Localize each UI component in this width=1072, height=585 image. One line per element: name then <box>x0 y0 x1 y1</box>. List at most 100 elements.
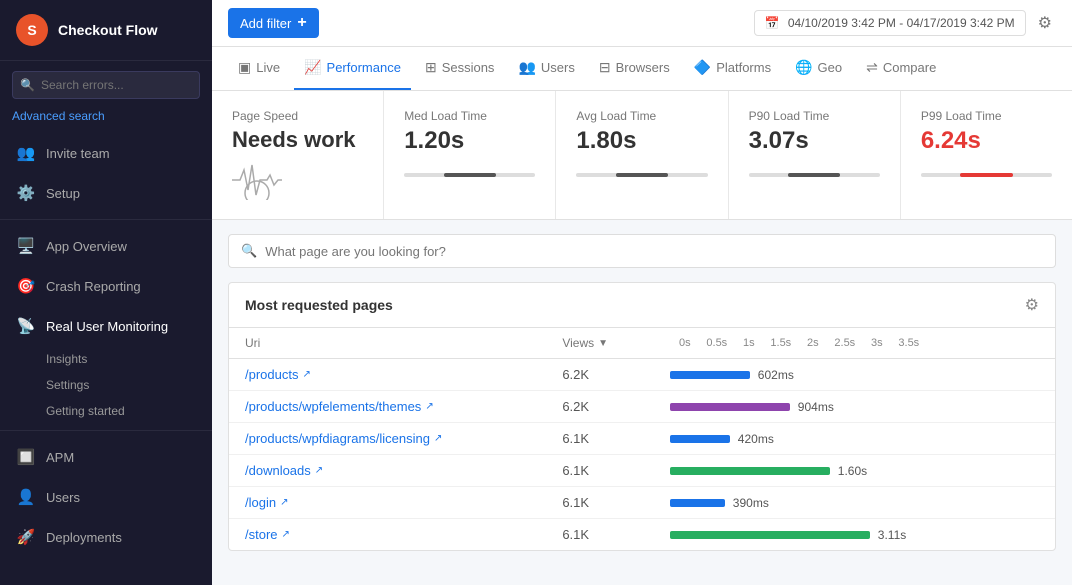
uri-cell: /login ↗ <box>229 487 546 519</box>
metrics-row: Page Speed Needs work Med Load Time 1.20… <box>212 91 1072 220</box>
apm-icon: 🔲 <box>16 447 36 467</box>
views-cell: 6.2K <box>546 359 653 391</box>
deployments-icon: 🚀 <box>16 527 36 547</box>
sidebar-item-crash-reporting[interactable]: 🎯 Crash Reporting <box>0 266 212 306</box>
sort-icon[interactable]: ▼ <box>598 338 608 349</box>
add-filter-button[interactable]: Add filter + <box>228 8 319 38</box>
tab-live[interactable]: ▣ Live <box>228 47 290 90</box>
metric-page-speed: Page Speed Needs work <box>212 91 384 219</box>
uri-link[interactable]: /login ↗ <box>245 495 530 510</box>
geo-tab-icon: 🌐 <box>795 59 812 76</box>
tab-users[interactable]: 👥 Users <box>508 47 584 90</box>
uri-link[interactable]: /products/wpfelements/themes ↗ <box>245 399 530 414</box>
sidebar: S Checkout Flow 🔍 Advanced search 👥 Invi… <box>0 0 212 585</box>
duration-label: 602ms <box>758 368 808 382</box>
users-icon: 👤 <box>16 487 36 507</box>
sidebar-item-label: Users <box>46 490 80 505</box>
sparkline-avg <box>576 173 707 177</box>
sidebar-search-icon: 🔍 <box>20 78 35 92</box>
sidebar-item-rum[interactable]: 📡 Real User Monitoring <box>0 306 212 346</box>
sidebar-item-label: APM <box>46 450 74 465</box>
views-cell: 6.1K <box>546 519 653 551</box>
uri-link[interactable]: /products ↗ <box>245 367 530 382</box>
tab-sessions[interactable]: ⊞ Sessions <box>415 47 504 90</box>
bar-cell: 602ms <box>654 359 1055 391</box>
search-input[interactable] <box>12 71 200 99</box>
uri-link[interactable]: /products/wpfdiagrams/licensing ↗ <box>245 431 530 446</box>
uri-link[interactable]: /store ↗ <box>245 527 530 542</box>
topbar-settings-button[interactable]: ⚙ <box>1034 9 1056 37</box>
setup-icon: ⚙️ <box>16 183 36 203</box>
sidebar-item-deployments[interactable]: 🚀 Deployments <box>0 517 212 557</box>
page-search-bar: 🔍 <box>228 234 1056 268</box>
sidebar-item-users[interactable]: 👤 Users <box>0 477 212 517</box>
duration-label: 1.60s <box>838 464 888 478</box>
table-header: Most requested pages ⚙ <box>229 283 1055 328</box>
sidebar-item-app-overview[interactable]: 🖥️ App Overview <box>0 226 212 266</box>
sidebar-search-wrap: 🔍 <box>0 61 212 109</box>
duration-bar <box>670 371 750 379</box>
sidebar-sub-settings[interactable]: Settings <box>0 372 212 398</box>
uri-cell: /downloads ↗ <box>229 455 546 487</box>
sidebar-item-label: Setup <box>46 186 80 201</box>
sidebar-sub-insights[interactable]: Insights <box>0 346 212 372</box>
views-cell: 6.2K <box>546 391 653 423</box>
top-bar: Add filter + 📅 04/10/2019 3:42 PM - 04/1… <box>212 0 1072 47</box>
bar-cell: 420ms <box>654 423 1055 455</box>
sidebar-divider <box>0 219 212 220</box>
invite-team-icon: 👥 <box>16 143 36 163</box>
sidebar-item-invite-team[interactable]: 👥 Invite team <box>0 133 212 173</box>
uri-link[interactable]: /downloads ↗ <box>245 463 530 478</box>
page-search-input[interactable] <box>265 244 1043 259</box>
date-range-picker[interactable]: 📅 04/10/2019 3:42 PM - 04/17/2019 3:42 P… <box>754 10 1026 36</box>
users-tab-icon: 👥 <box>518 59 535 76</box>
tab-platforms[interactable]: 🔷 Platforms <box>684 47 781 90</box>
crash-reporting-icon: 🎯 <box>16 276 36 296</box>
metric-p99-load-time: P99 Load Time 6.24s <box>901 91 1072 219</box>
tab-browsers[interactable]: ⊟ Browsers <box>589 47 680 90</box>
duration-bar <box>670 435 730 443</box>
table-row: /products/wpfdiagrams/licensing ↗ 6.1K 4… <box>229 423 1055 455</box>
sidebar-item-label: Real User Monitoring <box>46 319 168 334</box>
metric-p90-load-time: P90 Load Time 3.07s <box>729 91 901 219</box>
performance-tab-icon: 📈 <box>304 59 321 76</box>
tab-compare[interactable]: ⇌ Compare <box>856 47 946 90</box>
duration-label: 904ms <box>798 400 848 414</box>
tab-bar: ▣ Live 📈 Performance ⊞ Sessions 👥 Users … <box>212 47 1072 91</box>
gear-icon: ⚙ <box>1038 15 1052 32</box>
calendar-icon: 📅 <box>765 16 780 30</box>
tab-geo[interactable]: 🌐 Geo <box>785 47 852 90</box>
metric-med-load-time: Med Load Time 1.20s <box>384 91 556 219</box>
table-header-row: Uri Views ▼ 0s 0.5s 1s <box>229 328 1055 359</box>
external-link-icon: ↗ <box>425 401 433 412</box>
external-link-icon: ↗ <box>280 497 288 508</box>
bar-cell: 904ms <box>654 391 1055 423</box>
duration-bar <box>670 531 870 539</box>
advanced-search-link[interactable]: Advanced search <box>0 109 212 133</box>
pages-table: Uri Views ▼ 0s 0.5s 1s <box>229 328 1055 550</box>
table-row: /login ↗ 6.1K 390ms <box>229 487 1055 519</box>
platforms-tab-icon: 🔷 <box>694 59 711 76</box>
uri-cell: /store ↗ <box>229 519 546 551</box>
sessions-tab-icon: ⊞ <box>425 59 437 76</box>
sparkline-p99 <box>921 173 1052 177</box>
bar-cell: 390ms <box>654 487 1055 519</box>
sidebar-item-label: Deployments <box>46 530 122 545</box>
bar-cell: 1.60s <box>654 455 1055 487</box>
table-settings-button[interactable]: ⚙ <box>1025 295 1039 315</box>
sidebar-divider-2 <box>0 430 212 431</box>
external-link-icon: ↗ <box>302 369 310 380</box>
sidebar-sub-getting-started[interactable]: Getting started <box>0 398 212 424</box>
sidebar-item-apm[interactable]: 🔲 APM <box>0 437 212 477</box>
uri-cell: /products ↗ <box>229 359 546 391</box>
views-cell: 6.1K <box>546 423 653 455</box>
duration-label: 3.11s <box>878 528 928 542</box>
heartbeat-icon <box>232 160 282 200</box>
table-row: /products ↗ 6.2K 602ms <box>229 359 1055 391</box>
col-header-uri: Uri <box>229 328 546 359</box>
app-name: Checkout Flow <box>58 22 158 38</box>
duration-bar <box>670 499 725 507</box>
tab-performance[interactable]: 📈 Performance <box>294 47 411 90</box>
sidebar-item-setup[interactable]: ⚙️ Setup <box>0 173 212 213</box>
app-overview-icon: 🖥️ <box>16 236 36 256</box>
